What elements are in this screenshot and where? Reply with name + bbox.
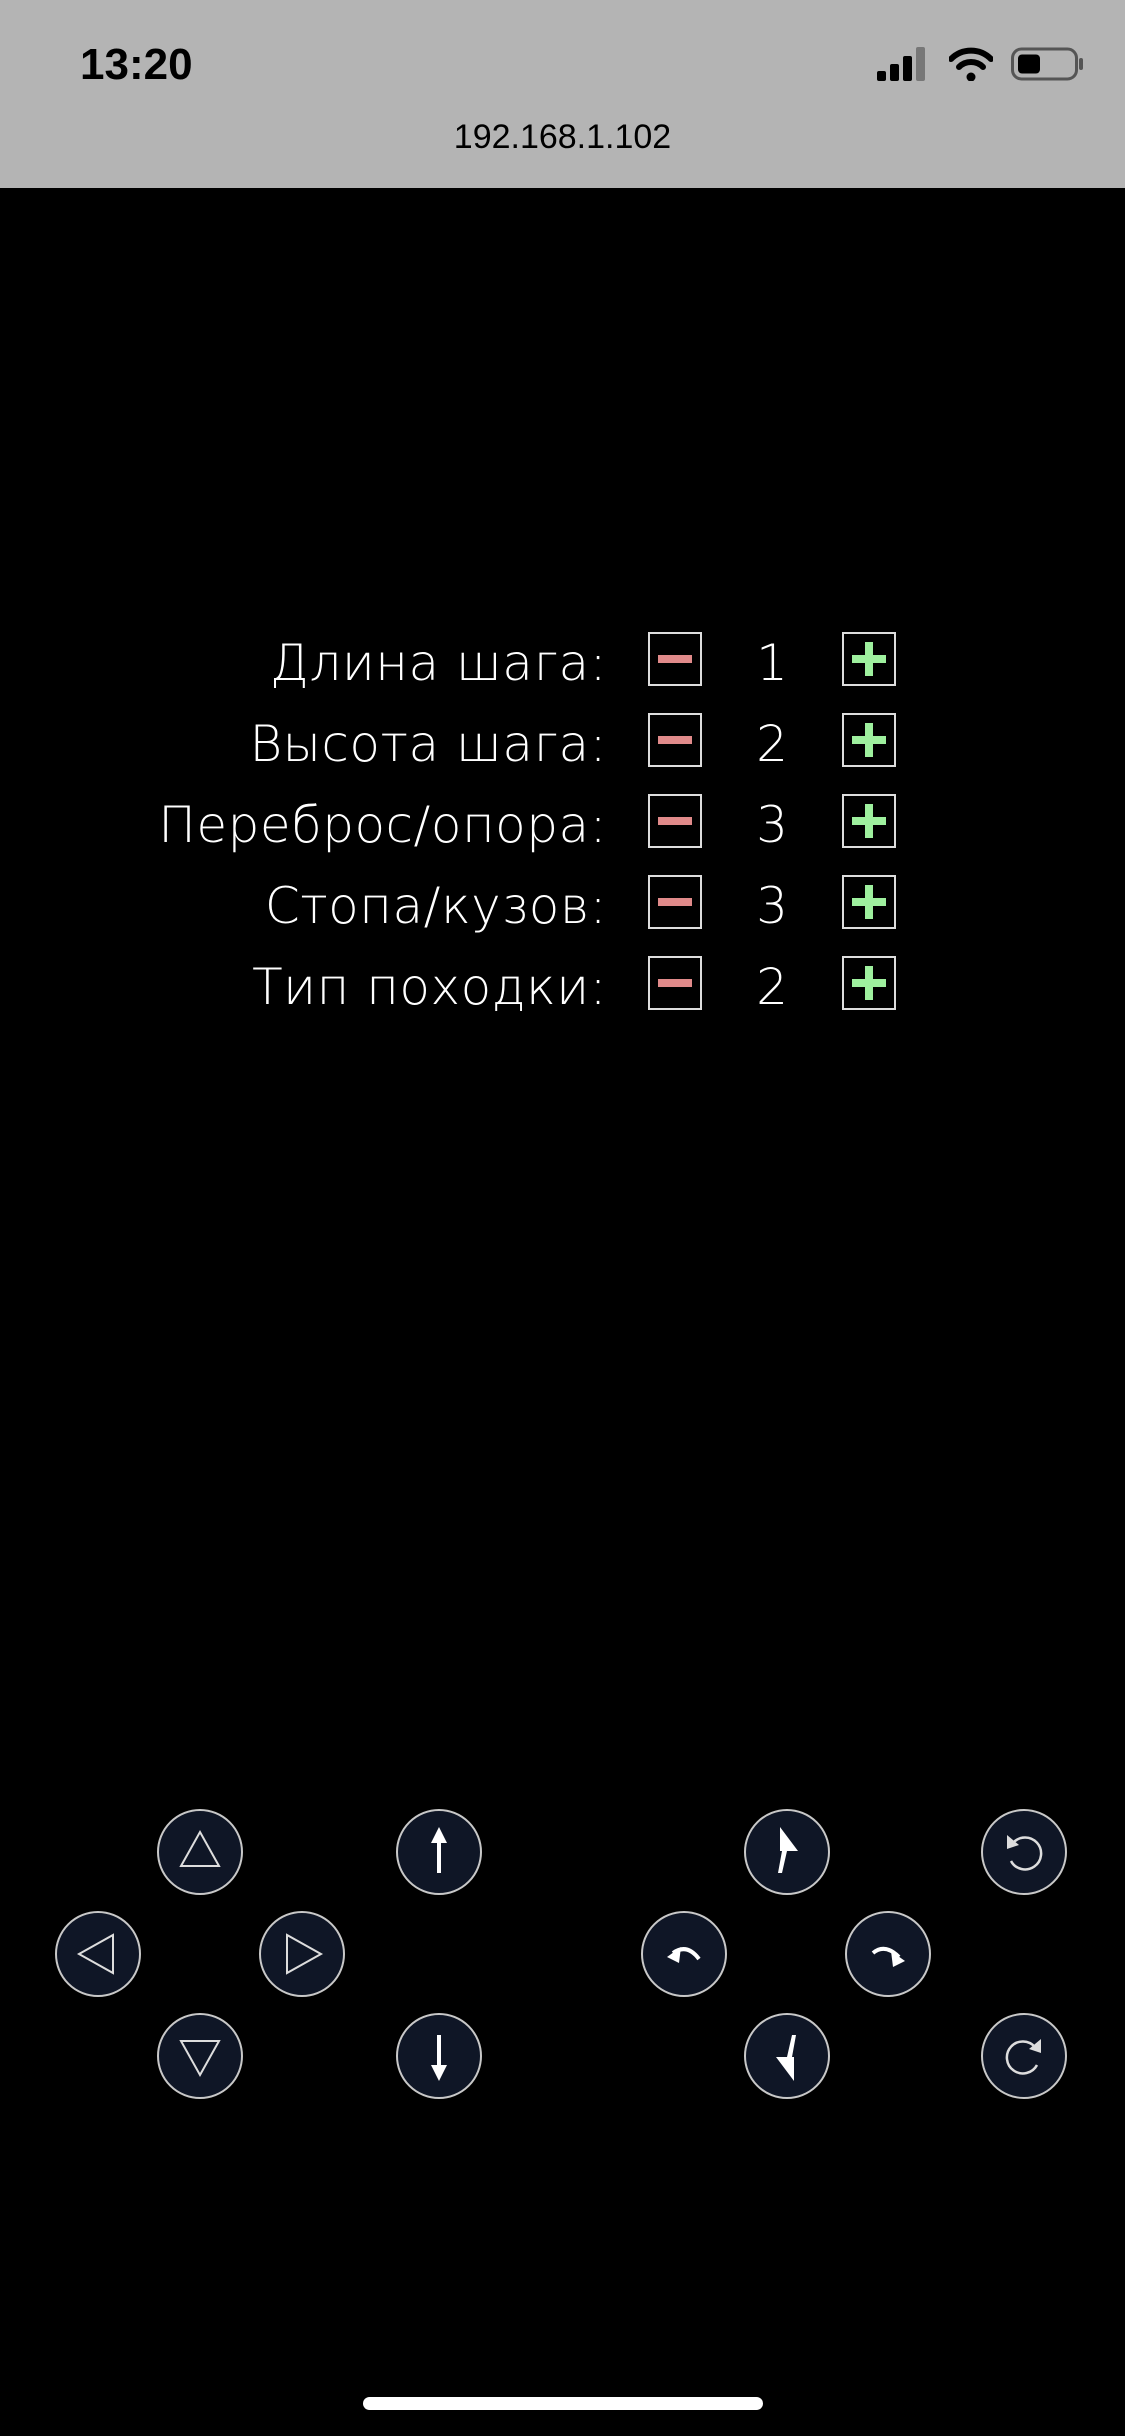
triangle-up-icon xyxy=(179,1829,221,1867)
decrease-button[interactable] xyxy=(648,632,702,686)
decrease-button[interactable] xyxy=(648,956,702,1010)
triangle-right-icon xyxy=(286,1933,324,1975)
increase-button[interactable] xyxy=(842,794,896,848)
status-bar: 13:20 192.168.1.102 xyxy=(0,0,1125,188)
setting-value: 3 xyxy=(756,796,788,854)
signal-icon xyxy=(877,47,931,81)
turn-backward-button[interactable] xyxy=(744,2013,830,2099)
arrow-down-icon xyxy=(431,2035,447,2081)
setting-value: 1 xyxy=(756,634,788,692)
turn-right-icon xyxy=(871,1946,905,1967)
setting-row-step-length: Длина шага: 1 xyxy=(0,630,1125,710)
turn-left-icon xyxy=(667,1947,701,1963)
setting-row-foot-body: Стопа/кузов: 3 xyxy=(0,873,1125,953)
setting-value: 3 xyxy=(756,877,788,935)
plus-icon xyxy=(852,885,886,919)
minus-icon xyxy=(658,817,692,825)
minus-icon xyxy=(658,898,692,906)
minus-icon xyxy=(658,979,692,987)
plus-icon xyxy=(852,804,886,838)
setting-row-swing-support: Переброс/опора: 3 xyxy=(0,792,1125,872)
battery-icon xyxy=(1011,46,1085,82)
move-right-button[interactable] xyxy=(259,1911,345,1997)
move-backward-button[interactable] xyxy=(157,2013,243,2099)
triangle-left-icon xyxy=(76,1933,114,1975)
turn-left-button[interactable] xyxy=(641,1911,727,1997)
minus-icon xyxy=(658,736,692,744)
turn-right-button[interactable] xyxy=(845,1911,931,1997)
setting-value: 2 xyxy=(756,715,788,773)
minus-icon xyxy=(658,655,692,663)
increase-button[interactable] xyxy=(842,632,896,686)
setting-label: Тип походки: xyxy=(252,958,607,1016)
rotate-left-button[interactable] xyxy=(981,1809,1067,1895)
increase-button[interactable] xyxy=(842,875,896,929)
clock: 13:20 xyxy=(80,40,193,89)
plus-icon xyxy=(852,966,886,1000)
setting-row-gait-type: Тип походки: 2 xyxy=(0,954,1125,1034)
system-icons xyxy=(877,46,1085,82)
setting-row-step-height: Высота шага: 2 xyxy=(0,711,1125,791)
decrease-button[interactable] xyxy=(648,713,702,767)
rotate-right-button[interactable] xyxy=(981,2013,1067,2099)
turn-up-left-icon xyxy=(778,1827,798,1873)
decrease-button[interactable] xyxy=(648,794,702,848)
turn-forward-button[interactable] xyxy=(744,1809,830,1895)
setting-label: Стопа/кузов: xyxy=(264,877,607,935)
move-forward-button[interactable] xyxy=(157,1809,243,1895)
raise-body-button[interactable] xyxy=(396,1809,482,1895)
rotate-cw-icon xyxy=(1005,2039,1041,2075)
address-bar-url[interactable]: 192.168.1.102 xyxy=(0,118,1125,157)
setting-label: Высота шага: xyxy=(249,715,607,773)
wifi-icon xyxy=(949,47,993,81)
home-indicator[interactable] xyxy=(363,2397,763,2410)
setting-label: Длина шага: xyxy=(270,634,607,692)
lower-body-button[interactable] xyxy=(396,2013,482,2099)
setting-label: Переброс/опора: xyxy=(158,796,607,854)
increase-button[interactable] xyxy=(842,956,896,1010)
rotate-ccw-icon xyxy=(1007,1835,1043,1871)
triangle-down-icon xyxy=(179,2040,221,2078)
plus-icon xyxy=(852,642,886,676)
turn-down-right-icon xyxy=(776,2035,796,2081)
plus-icon xyxy=(852,723,886,757)
setting-value: 2 xyxy=(756,958,788,1016)
arrow-up-icon xyxy=(431,1827,447,1873)
move-left-button[interactable] xyxy=(55,1911,141,1997)
decrease-button[interactable] xyxy=(648,875,702,929)
increase-button[interactable] xyxy=(842,713,896,767)
